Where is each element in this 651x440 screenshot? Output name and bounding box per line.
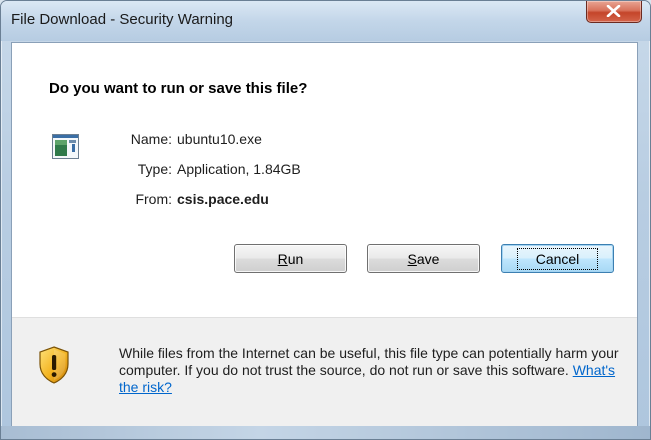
close-button[interactable] <box>586 1 642 23</box>
name-label: Name: <box>130 131 172 147</box>
save-button[interactable]: Save <box>367 244 480 273</box>
from-label: From: <box>135 191 172 207</box>
cancel-button[interactable]: Cancel <box>501 244 614 273</box>
file-source-value: csis.pace.edu <box>177 191 269 207</box>
dialog-content: Do you want to run or save this file? Na… <box>11 42 638 427</box>
security-warning-text: While files from the Internet can be use… <box>119 345 619 395</box>
run-button[interactable]: Run <box>234 244 347 273</box>
file-type-value: Application, 1.84GB <box>177 161 301 177</box>
dialog-question: Do you want to run or save this file? <box>49 80 308 97</box>
window-title: File Download - Security Warning <box>11 11 234 28</box>
security-warning-area: While files from the Internet can be use… <box>12 317 637 427</box>
title-bar[interactable]: File Download - Security Warning <box>1 1 650 41</box>
cancel-button-label: Cancel <box>516 247 599 270</box>
file-name-value: ubuntu10.exe <box>177 131 262 147</box>
type-label: Type: <box>137 161 172 177</box>
save-button-label: Save <box>407 250 440 267</box>
close-icon <box>606 5 621 17</box>
window-bottom-frame <box>1 426 650 439</box>
shield-warning-icon <box>39 346 69 384</box>
file-download-dialog: File Download - Security Warning Do you … <box>0 0 651 440</box>
run-button-label: Run <box>277 250 304 267</box>
